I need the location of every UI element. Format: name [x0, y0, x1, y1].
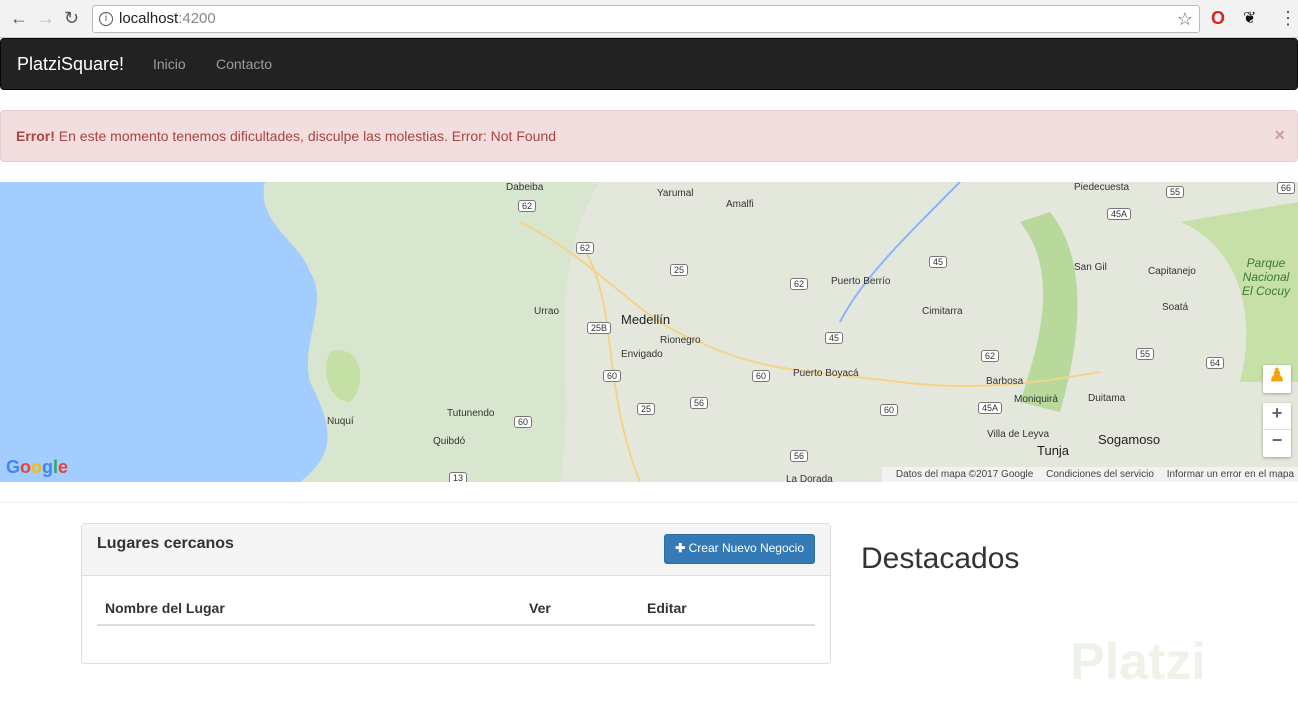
map-place-label: Nuquí: [327, 416, 354, 427]
map-data-credit: Datos del mapa ©2017 Google: [895, 469, 1034, 480]
map-place-label: Cimitarra: [922, 306, 963, 317]
browser-toolbar: ← → ↻ i localhost:4200 ☆ O ❦ ⋮: [0, 0, 1298, 38]
map-place-label: Envigado: [621, 349, 663, 360]
map-attribution: Datos del mapa ©2017 Google Condiciones …: [881, 467, 1298, 482]
nav-link-contacto[interactable]: Contacto: [216, 56, 272, 72]
map-place-label: Yarumal: [657, 188, 694, 199]
map-place-label: Tutunendo: [447, 408, 495, 419]
panel-title: Lugares cercanos: [97, 535, 234, 552]
map-place-label: Puerto Berrío: [831, 276, 891, 287]
road-shield: 55: [1136, 348, 1155, 360]
map-place-label: Urrao: [534, 306, 560, 317]
opera-extension-icon[interactable]: O: [1211, 8, 1225, 29]
featured-heading: Destacados: [861, 542, 1020, 575]
map-place-label: Amalfi: [726, 199, 754, 210]
map-place-label: Piedecuesta: [1074, 182, 1130, 193]
road-shield: 60: [752, 370, 771, 382]
create-business-button[interactable]: ✚ Crear Nuevo Negocio: [664, 534, 815, 564]
road-shield: 56: [690, 397, 709, 409]
gnome-extension-icon[interactable]: ❦: [1243, 8, 1256, 28]
alert-strong: Error!: [16, 128, 55, 144]
navbar-brand[interactable]: PlatziSquare!: [17, 54, 124, 75]
map-place-label: Barbosa: [986, 376, 1024, 387]
map-place-label: Moniquirá: [1014, 394, 1058, 405]
nearby-places-panel: Lugares cercanos ✚ Crear Nuevo Negocio N…: [81, 523, 831, 664]
map-place-label: Rionegro: [660, 335, 701, 346]
bookmark-star-icon[interactable]: ☆: [1177, 6, 1193, 32]
road-shield: 64: [1206, 357, 1225, 369]
road-shield: 62: [790, 278, 809, 290]
plus-icon: ✚: [675, 541, 689, 555]
create-business-label: Crear Nuevo Negocio: [688, 541, 804, 555]
map-place-label: Duitama: [1088, 393, 1126, 404]
reload-icon[interactable]: ↻: [64, 8, 79, 29]
google-logo[interactable]: Google: [6, 457, 68, 478]
zoom-out-button[interactable]: −: [1263, 430, 1291, 457]
road-shield: 45A: [1107, 208, 1132, 220]
road-shield: 62: [576, 242, 595, 254]
map-place-label: Medellín: [621, 312, 671, 327]
report-error-link[interactable]: Informar un error en el mapa: [1167, 469, 1294, 480]
park-label: Parque Nacional El Cocuy: [1241, 256, 1291, 298]
road-shield: 66: [1277, 182, 1296, 194]
map-place-label: San Gil: [1074, 262, 1107, 273]
map-place-label: Tunja: [1037, 443, 1070, 458]
road-shield: 60: [880, 404, 899, 416]
back-icon[interactable]: ←: [10, 8, 28, 29]
column-header-edit: Editar: [639, 594, 815, 626]
map-place-label: La Dorada: [786, 474, 833, 482]
road-shield: 13: [449, 472, 468, 482]
nav-link-inicio[interactable]: Inicio: [153, 56, 186, 72]
pegman-icon[interactable]: ♟: [1263, 365, 1291, 393]
forward-icon[interactable]: →: [37, 8, 55, 29]
url-host: localhost: [119, 10, 179, 27]
road-shield: 60: [603, 370, 622, 382]
map-place-label: Quibdó: [433, 436, 466, 447]
info-icon[interactable]: i: [99, 12, 113, 26]
google-map[interactable]: Dabeiba Yarumal Amalfi Piedecuesta Medellín R…: [0, 182, 1298, 482]
map-place-label: Puerto Boyacá: [793, 368, 859, 379]
column-header-name: Nombre del Lugar: [97, 594, 521, 626]
menu-kebab-icon[interactable]: ⋮: [1279, 8, 1297, 29]
map-place-label: Capitanejo: [1148, 266, 1196, 277]
road-shield: 62: [981, 350, 1000, 362]
platzi-watermark: Platzi: [1070, 633, 1206, 691]
map-place-label: Sogamoso: [1098, 432, 1161, 447]
alert-close-button[interactable]: ×: [1274, 125, 1285, 146]
road-shield: 45: [825, 332, 844, 344]
navbar: PlatziSquare! Inicio Contacto: [0, 38, 1298, 90]
road-shield: 56: [790, 450, 809, 462]
road-shield: 25: [637, 403, 656, 415]
terms-link[interactable]: Condiciones del servicio: [1046, 469, 1154, 480]
road-shield: 25: [670, 264, 689, 276]
address-bar[interactable]: i localhost:4200 ☆: [92, 5, 1200, 33]
road-shield: 55: [1166, 186, 1185, 198]
divider: [0, 502, 1298, 503]
zoom-in-button[interactable]: +: [1263, 403, 1291, 430]
map-place-label: Dabeiba: [506, 182, 544, 193]
map-place-label: Villa de Leyva: [987, 429, 1050, 440]
road-shield: 62: [518, 200, 537, 212]
alert-message: En este momento tenemos dificultades, di…: [54, 128, 557, 144]
column-header-view: Ver: [521, 594, 639, 626]
url-port: :4200: [178, 10, 216, 27]
road-shield: 45A: [978, 402, 1003, 414]
road-shield: 45: [929, 256, 948, 268]
map-place-label: Soatá: [1162, 302, 1189, 313]
error-alert: Error! En este momento tenemos dificulta…: [0, 110, 1298, 162]
places-table: Nombre del Lugar Ver Editar: [97, 594, 815, 626]
road-shield: 60: [514, 416, 533, 428]
road-shield: 25B: [587, 322, 612, 334]
